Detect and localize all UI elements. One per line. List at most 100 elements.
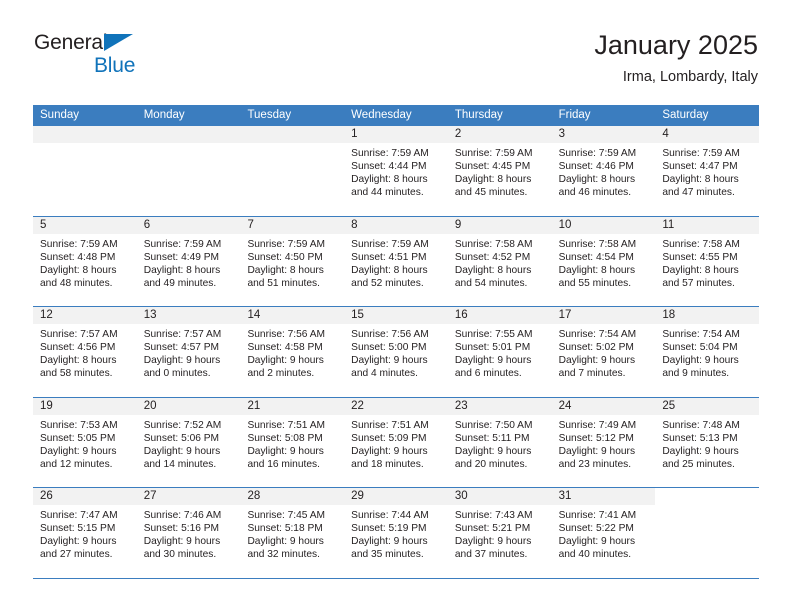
sun-info-line: Sunrise: 7:59 AM (351, 238, 429, 250)
sun-info-line: Daylight: 9 hours (40, 536, 117, 548)
sun-info-line: Sunrise: 7:49 AM (558, 419, 637, 431)
sun-info-line: Sunset: 5:15 PM (40, 523, 116, 535)
calendar-day-cell[interactable]: 21 Sunrise: 7:51 AM Sunset: 5:08 PM Dayligh… (240, 397, 345, 487)
calendar-day-cell[interactable]: 24 Sunrise: 7:49 AM Sunset: 5:12 PM Dayligh… (551, 397, 656, 487)
triangle-icon (104, 34, 133, 51)
day-sun-info: Sunrise: 7:59 AM Sunset: 4:44 PM Daylight:… (344, 143, 448, 199)
calendar-day-cell[interactable]: 20 Sunrise: 7:52 AM Sunset: 5:06 PM Dayligh… (136, 397, 241, 487)
sun-info-line: Sunrise: 7:56 AM (351, 329, 429, 340)
sun-info-line: Sunset: 5:06 PM (143, 432, 220, 444)
sun-info-line: and 16 minutes. (247, 458, 320, 470)
day-number: 10 (551, 216, 656, 234)
calendar-day-cell[interactable]: 9 Sunrise: 7:58 AM Sunset: 4:52 PM Daylight… (447, 216, 552, 306)
day-number (136, 126, 241, 143)
calendar-week-row: 5 Sunrise: 7:59 AM Sunset: 4:48 PM Daylight… (33, 215, 760, 306)
day-sun-info: Sunrise: 7:47 AM Sunset: 5:15 PM Daylight:… (33, 505, 137, 561)
sun-info-line: Daylight: 9 hours (351, 536, 428, 548)
calendar-day-cell[interactable]: 4 Sunrise: 7:59 AM Sunset: 4:47 PM Daylight… (655, 126, 760, 216)
day-number: 24 (551, 397, 656, 415)
day-sun-info: Sunrise: 7:58 AM Sunset: 4:52 PM Daylight:… (448, 234, 552, 290)
weekday-header-tuesday: Tuesday (247, 109, 292, 121)
calendar-day-cell[interactable]: 30 Sunrise: 7:43 AM Sunset: 5:21 PM Dayligh… (447, 488, 552, 578)
sun-info-line: Sunset: 4:58 PM (247, 342, 323, 354)
calendar-day-cell[interactable]: 7 Sunrise: 7:59 AM Sunset: 4:50 PM Daylight… (240, 216, 345, 306)
calendar-day-cell[interactable]: 5 Sunrise: 7:59 AM Sunset: 4:48 PM Daylight… (33, 216, 137, 306)
day-sun-info: Sunrise: 7:46 AM Sunset: 5:16 PM Daylight:… (137, 505, 241, 561)
sun-info-line: Sunset: 4:46 PM (558, 161, 634, 173)
calendar-day-cell[interactable]: 18 Sunrise: 7:54 AM Sunset: 5:04 PM Dayligh… (655, 307, 760, 397)
sun-info-line: and 57 minutes. (662, 277, 735, 289)
sun-info-line: and 23 minutes. (558, 458, 632, 470)
brand-name-bottom: Blue (94, 54, 136, 77)
sun-info-line: Sunrise: 7:59 AM (40, 238, 118, 250)
calendar-day-cell[interactable]: 23 Sunrise: 7:50 AM Sunset: 5:11 PM Dayligh… (447, 397, 552, 487)
day-sun-info: Sunrise: 7:41 AM Sunset: 5:22 PM Daylight:… (552, 505, 656, 561)
sun-info-line: Sunset: 4:48 PM (40, 251, 116, 263)
day-number: 25 (655, 397, 760, 415)
sun-info-line: Sunset: 5:05 PM (40, 432, 116, 444)
calendar-day-cell[interactable]: 13 Sunrise: 7:57 AM Sunset: 4:57 PM Dayligh… (136, 307, 241, 397)
calendar-day-cell[interactable]: 16 Sunrise: 7:55 AM Sunset: 5:01 PM Dayligh… (447, 307, 552, 397)
weekday-header-sunday: Sunday (40, 109, 80, 121)
sun-info-line: Sunset: 4:54 PM (558, 251, 634, 263)
sun-info-line: and 14 minutes. (143, 458, 217, 470)
day-number: 12 (33, 307, 137, 324)
day-sun-info: Sunrise: 7:54 AM Sunset: 5:02 PM Daylight:… (552, 324, 656, 380)
sun-info-line: Sunrise: 7:54 AM (662, 329, 740, 340)
sun-info-line: Daylight: 9 hours (247, 355, 324, 367)
calendar-day-cell[interactable]: 15 Sunrise: 7:56 AM Sunset: 5:00 PM Dayligh… (344, 307, 448, 397)
calendar-day-cell[interactable]: 25 Sunrise: 7:48 AM Sunset: 5:13 PM Dayligh… (655, 397, 760, 487)
day-number: 6 (136, 216, 241, 234)
calendar-week-row: 12 Sunrise: 7:57 AM Sunset: 4:56 PM Dayligh… (33, 306, 760, 397)
calendar-day-cell[interactable]: 29 Sunrise: 7:44 AM Sunset: 5:19 PM Dayligh… (344, 488, 448, 578)
sun-info-line: and 35 minutes. (351, 549, 424, 561)
calendar-empty-cell (655, 488, 760, 578)
sun-info-line: Sunrise: 7:59 AM (351, 148, 429, 159)
sun-info-line: Sunrise: 7:51 AM (247, 419, 326, 431)
sun-info-line: Sunrise: 7:45 AM (247, 510, 326, 521)
calendar-day-cell[interactable]: 22 Sunrise: 7:51 AM Sunset: 5:09 PM Dayligh… (344, 397, 448, 487)
sun-info-line: Sunrise: 7:46 AM (143, 510, 222, 521)
calendar-day-cell[interactable]: 14 Sunrise: 7:56 AM Sunset: 4:58 PM Dayligh… (240, 307, 345, 397)
day-number: 15 (344, 307, 448, 324)
calendar-day-cell[interactable]: 11 Sunrise: 7:58 AM Sunset: 4:55 PM Dayligh… (655, 216, 760, 306)
sun-info-line: and 27 minutes. (40, 549, 113, 561)
calendar-day-cell[interactable]: 26 Sunrise: 7:47 AM Sunset: 5:15 PM Dayligh… (33, 488, 137, 578)
calendar-day-cell[interactable]: 28 Sunrise: 7:45 AM Sunset: 5:18 PM Dayligh… (240, 488, 345, 578)
sun-info-line: and 20 minutes. (454, 458, 528, 470)
sun-info-line: Daylight: 8 hours (351, 264, 428, 276)
sun-info-line: and 18 minutes. (351, 458, 424, 470)
calendar-day-cell[interactable]: 6 Sunrise: 7:59 AM Sunset: 4:49 PM Daylight… (136, 216, 241, 306)
sun-info-line: and 55 minutes. (558, 277, 632, 289)
calendar-day-cell[interactable]: 27 Sunrise: 7:46 AM Sunset: 5:16 PM Dayligh… (136, 488, 241, 578)
sun-info-line: Sunset: 5:12 PM (558, 432, 634, 444)
sun-info-line: Sunset: 4:47 PM (662, 161, 738, 173)
day-number: 11 (655, 216, 760, 234)
calendar-day-cell[interactable]: 8 Sunrise: 7:59 AM Sunset: 4:51 PM Daylight… (344, 216, 448, 306)
calendar-day-cell[interactable]: 1 Sunrise: 7:59 AM Sunset: 4:44 PM Daylight… (344, 126, 448, 216)
sun-info-line: Sunrise: 7:59 AM (143, 238, 222, 250)
sun-info-line: and 58 minutes. (40, 368, 113, 380)
day-number: 29 (344, 488, 448, 505)
calendar-day-cell[interactable]: 10 Sunrise: 7:58 AM Sunset: 4:54 PM Dayligh… (551, 216, 656, 306)
sun-info-line: Sunrise: 7:59 AM (558, 148, 637, 159)
day-sun-info: Sunrise: 7:49 AM Sunset: 5:12 PM Daylight:… (552, 415, 656, 471)
calendar-day-cell[interactable]: 19 Sunrise: 7:53 AM Sunset: 5:05 PM Dayligh… (33, 397, 137, 487)
sun-info-line: and 40 minutes. (558, 549, 632, 561)
sun-info-line: Daylight: 9 hours (662, 355, 739, 367)
day-number: 4 (655, 126, 760, 143)
calendar-week-row: 26 Sunrise: 7:47 AM Sunset: 5:15 PM Dayligh… (33, 487, 760, 579)
sun-info-line: Sunrise: 7:51 AM (351, 419, 429, 431)
calendar-day-cell[interactable]: 12 Sunrise: 7:57 AM Sunset: 4:56 PM Dayligh… (33, 307, 137, 397)
calendar-day-cell[interactable]: 31 Sunrise: 7:41 AM Sunset: 5:22 PM Dayligh… (551, 488, 656, 578)
sun-info-line: and 52 minutes. (351, 277, 424, 289)
calendar-day-cell[interactable]: 2 Sunrise: 7:59 AM Sunset: 4:45 PM Daylight… (447, 126, 552, 216)
calendar-day-cell[interactable]: 17 Sunrise: 7:54 AM Sunset: 5:02 PM Dayligh… (551, 307, 656, 397)
calendar-day-cell[interactable]: 3 Sunrise: 7:59 AM Sunset: 4:46 PM Daylight… (551, 126, 656, 216)
weekday-header-row: Sunday Monday Tuesday Wednesday Thursday Frid… (33, 105, 759, 126)
page-subtitle: Irma, Lombardy, Italy (622, 69, 758, 85)
day-sun-info: Sunrise: 7:45 AM Sunset: 5:18 PM Daylight:… (240, 505, 344, 561)
sun-info-line: Sunrise: 7:58 AM (454, 238, 533, 250)
calendar-weeks: 1 Sunrise: 7:59 AM Sunset: 4:44 PM Daylight… (33, 126, 760, 579)
brand-name-top-text: General (34, 31, 108, 54)
